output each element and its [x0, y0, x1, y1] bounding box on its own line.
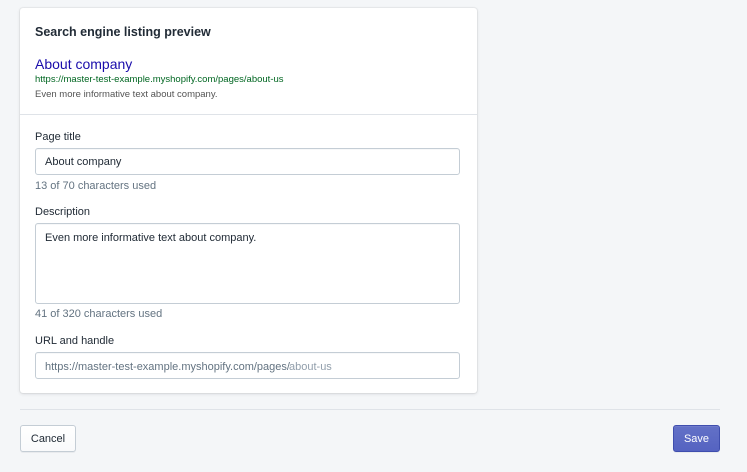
description-label: Description	[35, 206, 91, 218]
url-prefix: https://master-test-example.myshopify.co…	[45, 361, 290, 373]
url-handle-input[interactable]: https://master-test-example.myshopify.co…	[35, 352, 460, 379]
seo-preview-card: Search engine listing preview About comp…	[20, 8, 477, 393]
description-textarea[interactable]: Even more informative text about company…	[35, 223, 460, 304]
description-char-count: 41 of 320 characters used	[35, 308, 163, 320]
preview-description: Even more informative text about company…	[35, 89, 218, 100]
page-title-char-count: 13 of 70 characters used	[35, 180, 157, 192]
page-divider	[20, 409, 720, 410]
page-title-input[interactable]: About company	[35, 148, 460, 175]
description-value: Even more informative text about company…	[45, 232, 257, 244]
save-button[interactable]: Save	[673, 425, 720, 452]
url-handle-label: URL and handle	[35, 335, 115, 347]
preview-title-link[interactable]: About company	[35, 56, 132, 72]
page-title-label: Page title	[35, 131, 81, 143]
card-title: Search engine listing preview	[35, 25, 211, 39]
cancel-button[interactable]: Cancel	[20, 425, 76, 452]
preview-url: https://master-test-example.myshopify.co…	[35, 74, 284, 85]
page-title-value: About company	[45, 156, 122, 168]
card-divider	[20, 114, 477, 115]
url-handle-value: about-us	[289, 361, 332, 373]
